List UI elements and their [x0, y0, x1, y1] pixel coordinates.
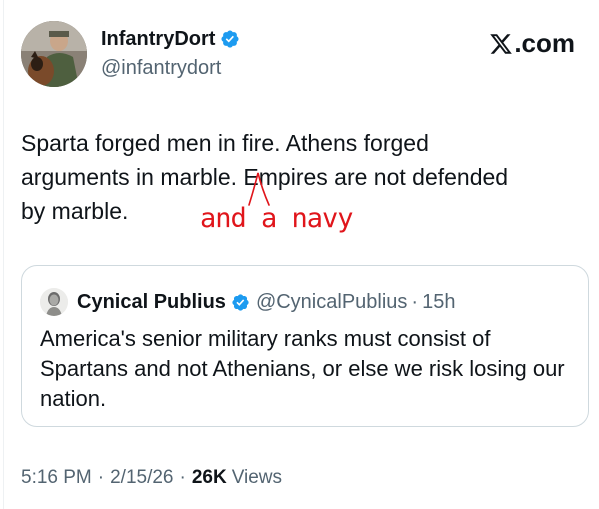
brand-label: .com	[514, 28, 575, 58]
post-date[interactable]: 2/15/26	[110, 467, 173, 489]
x-com-brand: .com	[489, 28, 575, 59]
quoted-display-name[interactable]: Cynical Publius	[77, 291, 226, 314]
verified-badge-icon	[221, 30, 239, 48]
author-handle[interactable]: @infantrydort	[101, 56, 221, 80]
left-divider	[3, 0, 4, 509]
separator-dot: ·	[179, 467, 186, 488]
author-display-name[interactable]: InfantryDort	[101, 27, 215, 51]
views-count: 26K	[191, 467, 227, 488]
author-avatar[interactable]	[21, 21, 87, 87]
post-time[interactable]: 5:16 PM	[21, 467, 92, 489]
quoted-timestamp[interactable]: 15h	[422, 291, 455, 314]
separator-dot: ·	[411, 290, 419, 313]
verified-badge-icon	[232, 293, 249, 311]
views-label: Views	[231, 467, 283, 488]
handwritten-annotation: and a navy	[200, 203, 354, 234]
x-logo-icon	[490, 33, 513, 54]
quoted-text: America's senior military ranks must con…	[40, 326, 565, 411]
separator-dot: ·	[97, 467, 105, 488]
quoted-tweet-card[interactable]: Cynical Publius @CynicalPublius · 15h Am…	[21, 265, 589, 427]
tweet-meta: 5:16 PM · 2/15/26 · 26K Views	[21, 467, 282, 489]
quoted-handle[interactable]: @CynicalPublius	[256, 291, 407, 314]
quoted-avatar[interactable]	[40, 288, 68, 316]
author-name-row: InfantryDort	[101, 27, 240, 51]
quoted-header: Cynical Publius @CynicalPublius · 15h	[40, 288, 455, 316]
